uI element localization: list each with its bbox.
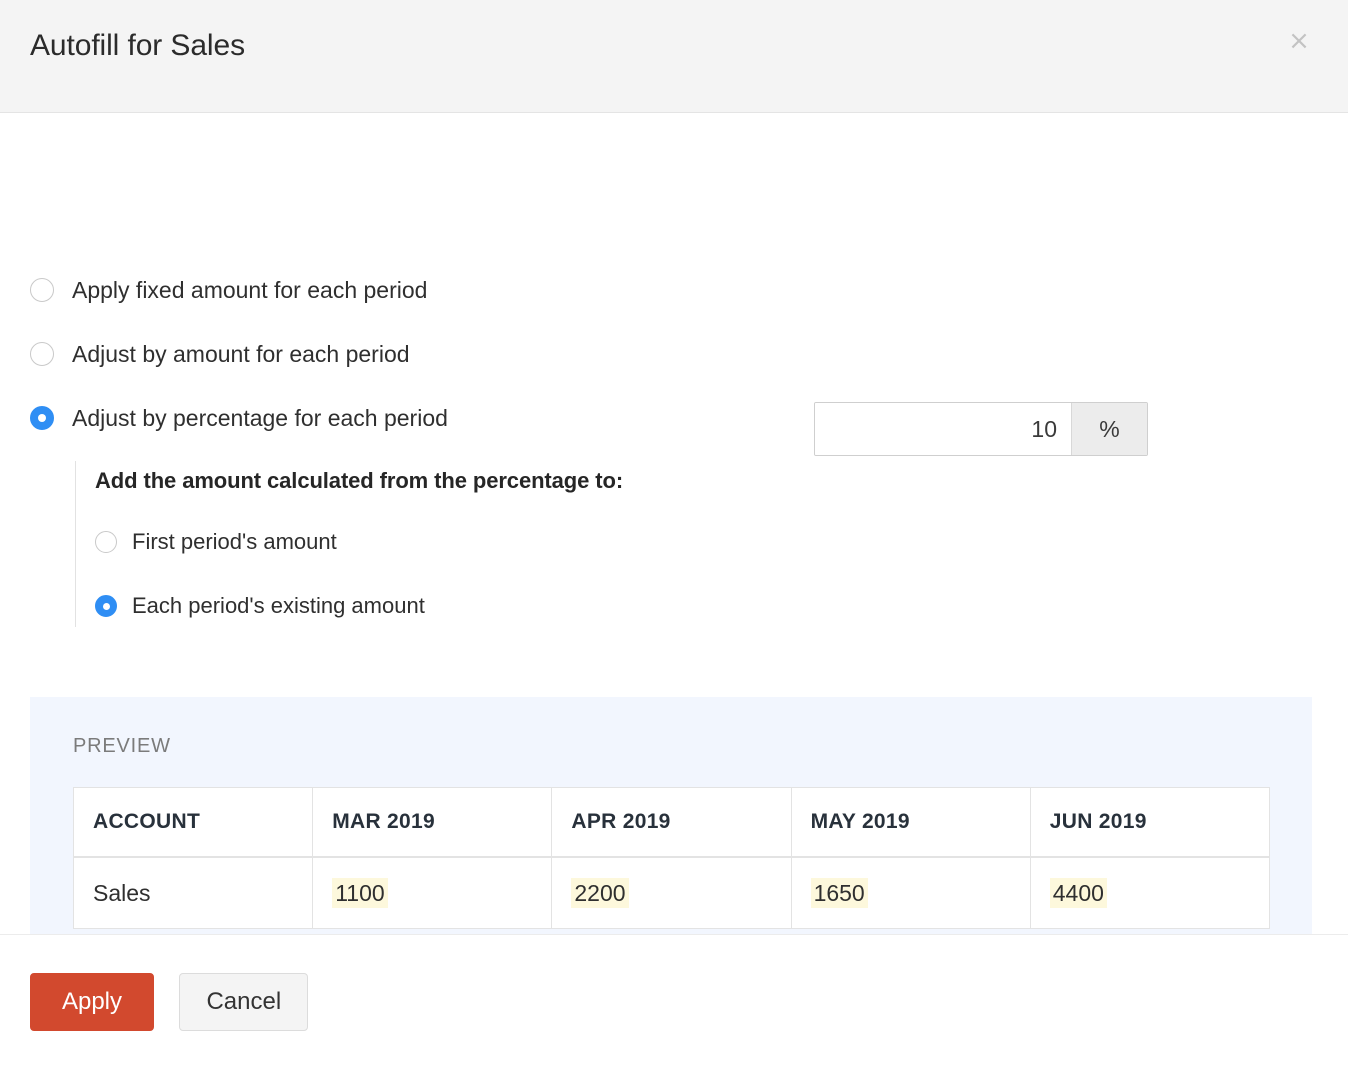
dialog-header: Autofill for Sales × [0,0,1348,113]
percentage-input-group[interactable]: % [814,402,1148,456]
preview-label: PREVIEW [73,735,171,758]
page-title: Autofill for Sales [30,29,245,63]
radio-icon-adjust-by-amount[interactable] [30,342,54,366]
cancel-button[interactable]: Cancel [179,973,308,1031]
table-header-row: ACCOUNT MAR 2019 APR 2019 MAY 2019 JUN 2… [73,787,1270,857]
dialog-footer: Apply Cancel [0,934,1348,1074]
radio-label-each-period-existing-amount: Each period's existing amount [132,593,425,619]
radio-option-first-period-amount[interactable]: First period's amount [95,525,337,559]
column-header-mar-2019: MAR 2019 [313,787,552,857]
radio-label-first-period-amount: First period's amount [132,529,337,555]
cell-mar-2019: 1100 [313,857,552,929]
radio-label-adjust-by-amount: Adjust by amount for each period [72,341,410,368]
radio-option-each-period-existing-amount[interactable]: Each period's existing amount [95,589,425,623]
autofill-dialog: Autofill for Sales × Apply fixed amount … [0,0,1348,1074]
radio-icon-first-period-amount[interactable] [95,531,117,553]
cell-value-highlight: 2200 [571,878,628,908]
radio-label-apply-fixed-amount: Apply fixed amount for each period [72,277,427,304]
cell-account-name: Sales [73,857,313,929]
radio-icon-apply-fixed-amount[interactable] [30,278,54,302]
close-icon[interactable]: × [1283,25,1315,57]
percent-suffix-addon: % [1071,403,1147,455]
apply-button[interactable]: Apply [30,973,154,1031]
cell-may-2019: 1650 [792,857,1031,929]
percentage-target-section: Add the amount calculated from the perce… [75,461,835,627]
table-row: Sales 1100 2200 1650 4400 [73,857,1270,929]
column-header-account: ACCOUNT [73,787,313,857]
cell-jun-2019: 4400 [1031,857,1270,929]
column-header-apr-2019: APR 2019 [552,787,791,857]
cell-value-highlight: 1650 [811,878,868,908]
column-header-may-2019: MAY 2019 [792,787,1031,857]
radio-icon-adjust-by-percentage[interactable] [30,406,54,430]
percentage-target-heading: Add the amount calculated from the perce… [95,461,835,494]
radio-option-adjust-by-percentage[interactable]: Adjust by percentage for each period [30,401,448,435]
radio-icon-each-period-existing-amount[interactable] [95,595,117,617]
radio-option-adjust-by-amount[interactable]: Adjust by amount for each period [30,337,410,371]
preview-table: ACCOUNT MAR 2019 APR 2019 MAY 2019 JUN 2… [73,787,1270,929]
column-header-jun-2019: JUN 2019 [1031,787,1270,857]
cell-value-highlight: 1100 [332,878,387,908]
cell-value-highlight: 4400 [1050,878,1107,908]
radio-option-apply-fixed-amount[interactable]: Apply fixed amount for each period [30,273,427,307]
cell-apr-2019: 2200 [552,857,791,929]
radio-label-adjust-by-percentage: Adjust by percentage for each period [72,405,448,432]
dialog-body: Apply fixed amount for each period Adjus… [0,113,1348,933]
percentage-input[interactable] [815,403,1071,455]
